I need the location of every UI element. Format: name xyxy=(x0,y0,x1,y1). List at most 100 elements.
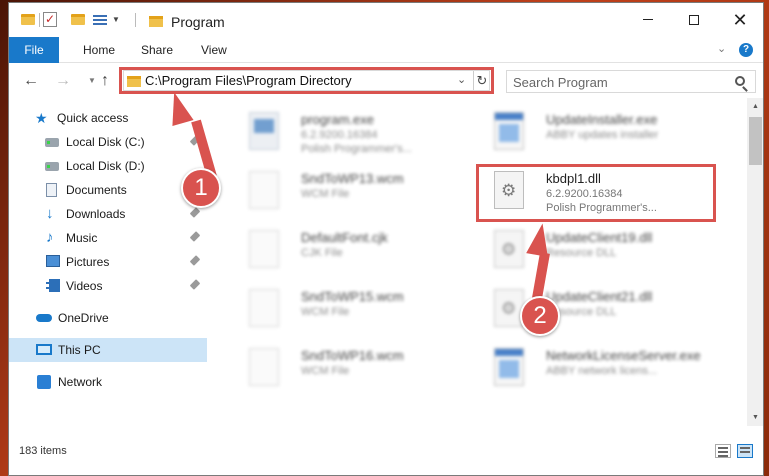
scroll-down-icon[interactable]: ▼ xyxy=(747,409,763,426)
pictures-icon xyxy=(46,255,60,267)
sidebar-item-documents[interactable]: Documents xyxy=(9,178,207,202)
minimize-icon xyxy=(643,19,653,21)
tiles-view-icon[interactable] xyxy=(737,444,753,458)
sidebar-item-label: Quick access xyxy=(57,111,129,125)
forward-arrow-icon[interactable]: → xyxy=(55,72,71,90)
search-icon xyxy=(735,76,745,86)
sidebar-item-this-pc[interactable]: This PC xyxy=(9,338,207,362)
sidebar-item-pictures[interactable]: Pictures xyxy=(9,250,207,274)
pin-icon[interactable] xyxy=(189,231,201,242)
toolbar-separator xyxy=(39,13,40,27)
minimize-button[interactable] xyxy=(625,3,671,37)
pin-icon[interactable] xyxy=(189,255,201,266)
file-item-program-exe[interactable]: program.exe 6.2.9200.16384 Polish Progra… xyxy=(221,106,461,162)
file-name: program.exe xyxy=(301,112,374,127)
tab-share[interactable]: Share xyxy=(141,37,173,63)
file-name: DefaultFont.cjk xyxy=(301,230,388,245)
drive-icon xyxy=(45,138,59,147)
sidebar-item-label: Local Disk (D:) xyxy=(66,159,145,173)
pin-icon[interactable] xyxy=(189,207,201,218)
scroll-up-icon[interactable]: ▲ xyxy=(747,98,763,115)
explorer-window: ✓ ▼ Program ✕ File Home Share View ⌄ ? ←… xyxy=(8,2,764,476)
navigation-bar: ← → ▼ ↑ C:\Program Files\Program Directo… xyxy=(9,64,763,98)
file-item-networklicenseserver[interactable]: NetworkLicenseServer.exe ABBY network li… xyxy=(466,342,706,398)
back-arrow-icon[interactable]: ← xyxy=(23,72,39,90)
file-item-updateclient21[interactable]: ⚙ UpdateClient21.dll Resource DLL xyxy=(466,283,706,339)
document-icon xyxy=(249,289,279,327)
sidebar-item-label: Pictures xyxy=(66,255,110,269)
file-name: SndToWP15.wcm xyxy=(301,289,404,304)
file-name: NetworkLicenseServer.exe xyxy=(546,348,701,363)
document-icon xyxy=(249,171,279,209)
file-item-sndtowp15[interactable]: SndToWP15.wcm WCM File xyxy=(221,283,461,339)
pin-icon[interactable] xyxy=(189,279,201,290)
title-bar: ✓ ▼ Program ✕ xyxy=(9,3,763,37)
expand-ribbon-icon[interactable]: ⌄ xyxy=(717,42,726,55)
help-icon[interactable]: ? xyxy=(739,43,753,57)
scrollbar-thumb[interactable] xyxy=(749,117,762,165)
file-type: CJK File xyxy=(301,247,343,259)
address-bar-highlight xyxy=(119,67,494,94)
dll-file-icon: ⚙ xyxy=(494,289,524,327)
file-type: WCM File xyxy=(301,306,350,318)
file-item-updateclient19[interactable]: ⚙ UpdateClient19.dll Resource DLL xyxy=(466,224,706,280)
close-icon: ✕ xyxy=(732,10,748,30)
maximize-button[interactable] xyxy=(671,3,717,37)
up-arrow-icon[interactable]: ↑ xyxy=(101,72,109,90)
search-input[interactable]: Search Program xyxy=(506,70,756,93)
gear-icon: ⚙ xyxy=(501,299,517,318)
file-item-defaultfont[interactable]: DefaultFont.cjk CJK File xyxy=(221,224,461,280)
file-name: SndToWP16.wcm xyxy=(301,348,404,363)
vertical-scrollbar[interactable]: ▲ ▼ xyxy=(747,98,763,426)
maximize-icon xyxy=(689,14,699,25)
search-placeholder: Search Program xyxy=(513,75,608,90)
details-view-icon[interactable] xyxy=(715,444,731,458)
sidebar-item-onedrive[interactable]: OneDrive xyxy=(9,306,207,330)
star-icon: ★ xyxy=(35,110,48,126)
sidebar-item-network[interactable]: Network xyxy=(9,370,207,394)
file-description: Resource DLL xyxy=(546,247,617,259)
exe-icon xyxy=(249,112,279,150)
title-folder-icon xyxy=(149,16,163,27)
file-version: 6.2.9200.16384 xyxy=(301,129,378,141)
file-item-sndtowp13[interactable]: SndToWP13.wcm WCM File xyxy=(221,165,461,221)
properties-check-icon[interactable]: ✓ xyxy=(43,12,57,27)
sidebar-item-local-disk-c[interactable]: Local Disk (C:) xyxy=(9,130,207,154)
sidebar-item-music[interactable]: ♪ Music xyxy=(9,226,207,250)
quick-access-folder-icon[interactable] xyxy=(21,14,35,25)
recent-locations-icon[interactable]: ▼ xyxy=(88,76,96,85)
music-icon: ♪ xyxy=(46,229,54,246)
cloud-icon xyxy=(36,314,52,322)
file-name: UpdateInstaller.exe xyxy=(546,112,658,127)
step-2-badge: 2 xyxy=(520,296,560,336)
file-name: UpdateClient21.dll xyxy=(546,289,653,304)
sidebar-item-local-disk-d[interactable]: Local Disk (D:) xyxy=(9,154,207,178)
network-icon xyxy=(37,375,51,389)
gear-icon: ⚙ xyxy=(501,240,517,259)
customize-list-icon[interactable] xyxy=(93,13,107,27)
file-type: WCM File xyxy=(301,365,350,377)
new-folder-icon[interactable] xyxy=(71,14,85,25)
file-item-sndtowp16[interactable]: SndToWP16.wcm WCM File xyxy=(221,342,461,398)
sidebar-item-label: Music xyxy=(66,231,98,245)
videos-icon xyxy=(46,279,60,292)
tab-home[interactable]: Home xyxy=(83,37,115,63)
sidebar-item-videos[interactable]: Videos xyxy=(9,274,207,298)
file-description: ABBY updates installer xyxy=(546,129,659,141)
tab-view[interactable]: View xyxy=(201,37,227,63)
sidebar-item-label: Videos xyxy=(66,279,103,293)
file-item-updateinstaller[interactable]: UpdateInstaller.exe ABBY updates install… xyxy=(466,106,706,162)
download-icon: ↓ xyxy=(46,205,54,222)
file-type: WCM File xyxy=(301,188,350,200)
quick-access-dropdown-icon[interactable]: ▼ xyxy=(112,15,120,24)
step-1-badge: 1 xyxy=(181,168,221,208)
document-icon xyxy=(249,348,279,386)
file-description: ABBY network licens... xyxy=(546,365,658,377)
document-icon xyxy=(249,230,279,268)
window-title: Program xyxy=(171,14,225,30)
tab-file[interactable]: File xyxy=(9,37,59,63)
file-list: program.exe 6.2.9200.16384 Polish Progra… xyxy=(209,98,747,438)
sidebar-item-downloads[interactable]: ↓ Downloads xyxy=(9,202,207,226)
sidebar-item-label: Documents xyxy=(66,183,127,197)
close-button[interactable]: ✕ xyxy=(717,3,763,37)
